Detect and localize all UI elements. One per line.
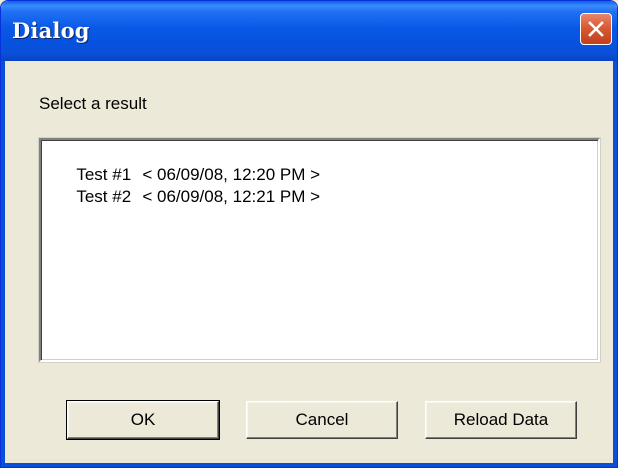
- window-border-right: [613, 61, 617, 467]
- prompt-label: Select a result: [39, 94, 147, 113]
- cancel-button[interactable]: Cancel: [246, 401, 398, 439]
- reload-data-button[interactable]: Reload Data: [425, 401, 577, 439]
- close-button[interactable]: [580, 13, 612, 45]
- window-border-left: [1, 61, 5, 467]
- result-timestamp: < 06/09/08, 12:21 PM >: [142, 187, 321, 206]
- results-listbox[interactable]: Test #1 < 06/09/08, 12:20 PM > Test #2 < 0…: [39, 138, 600, 362]
- close-icon: [588, 21, 604, 37]
- result-name: Test #2: [76, 187, 132, 206]
- window-border-bottom: [1, 463, 617, 467]
- window-title: Dialog: [12, 18, 90, 43]
- list-item[interactable]: Test #2 < 06/09/08, 12:21 PM >: [48, 167, 320, 227]
- ok-button[interactable]: OK: [66, 400, 220, 440]
- title-bar[interactable]: Dialog: [1, 1, 617, 61]
- dialog-window: Dialog Select a result Test #1 < 06/09/08…: [0, 0, 618, 468]
